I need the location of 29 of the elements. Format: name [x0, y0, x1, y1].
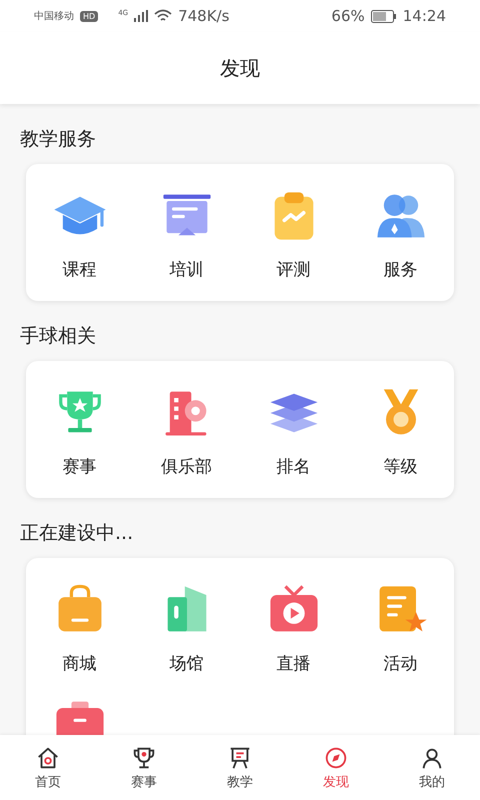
section-title: 正在建设中... — [20, 521, 134, 546]
tab-button[interactable]: 首页 — [0, 735, 96, 800]
menu-item-label[interactable]: 直播 — [276, 652, 310, 675]
tab-button[interactable]: 赛事 — [96, 735, 192, 800]
menu-item-label[interactable]: 俱乐部 — [161, 455, 212, 478]
tab-button[interactable]: 教学 — [192, 735, 288, 800]
menu-item-label[interactable]: 服务 — [384, 258, 418, 281]
battery-percent: 66% — [331, 7, 365, 25]
wifi-icon — [154, 9, 172, 23]
menu-item-label[interactable]: 商城 — [62, 652, 96, 675]
carrier-name: 中国移动 — [34, 10, 74, 23]
menu-item-label[interactable]: 培训 — [170, 258, 204, 281]
menu-item-label[interactable]: 等级 — [384, 455, 418, 478]
section-title: 教学服务 — [20, 127, 96, 152]
clock-time: 14:24 — [402, 7, 446, 25]
tab-button[interactable]: 发现 — [288, 735, 384, 800]
menu-item-label[interactable]: 课程 — [62, 258, 96, 281]
menu-item-label[interactable]: 场馆 — [170, 652, 204, 675]
page-title: 发现 — [220, 54, 260, 82]
menu-item-label[interactable]: 排名 — [276, 455, 310, 478]
menu-item-label[interactable]: 活动 — [384, 652, 418, 675]
menu-item-label[interactable]: 赛事 — [62, 455, 96, 478]
signal-icon — [134, 10, 148, 22]
section-title: 手球相关 — [20, 324, 96, 349]
tab-button[interactable]: 我的 — [384, 735, 480, 800]
battery-icon — [370, 10, 397, 22]
hd-badge: HD — [80, 10, 98, 22]
menu-item-label[interactable]: 评测 — [276, 258, 310, 281]
network-speed: 748K/s — [178, 7, 230, 25]
